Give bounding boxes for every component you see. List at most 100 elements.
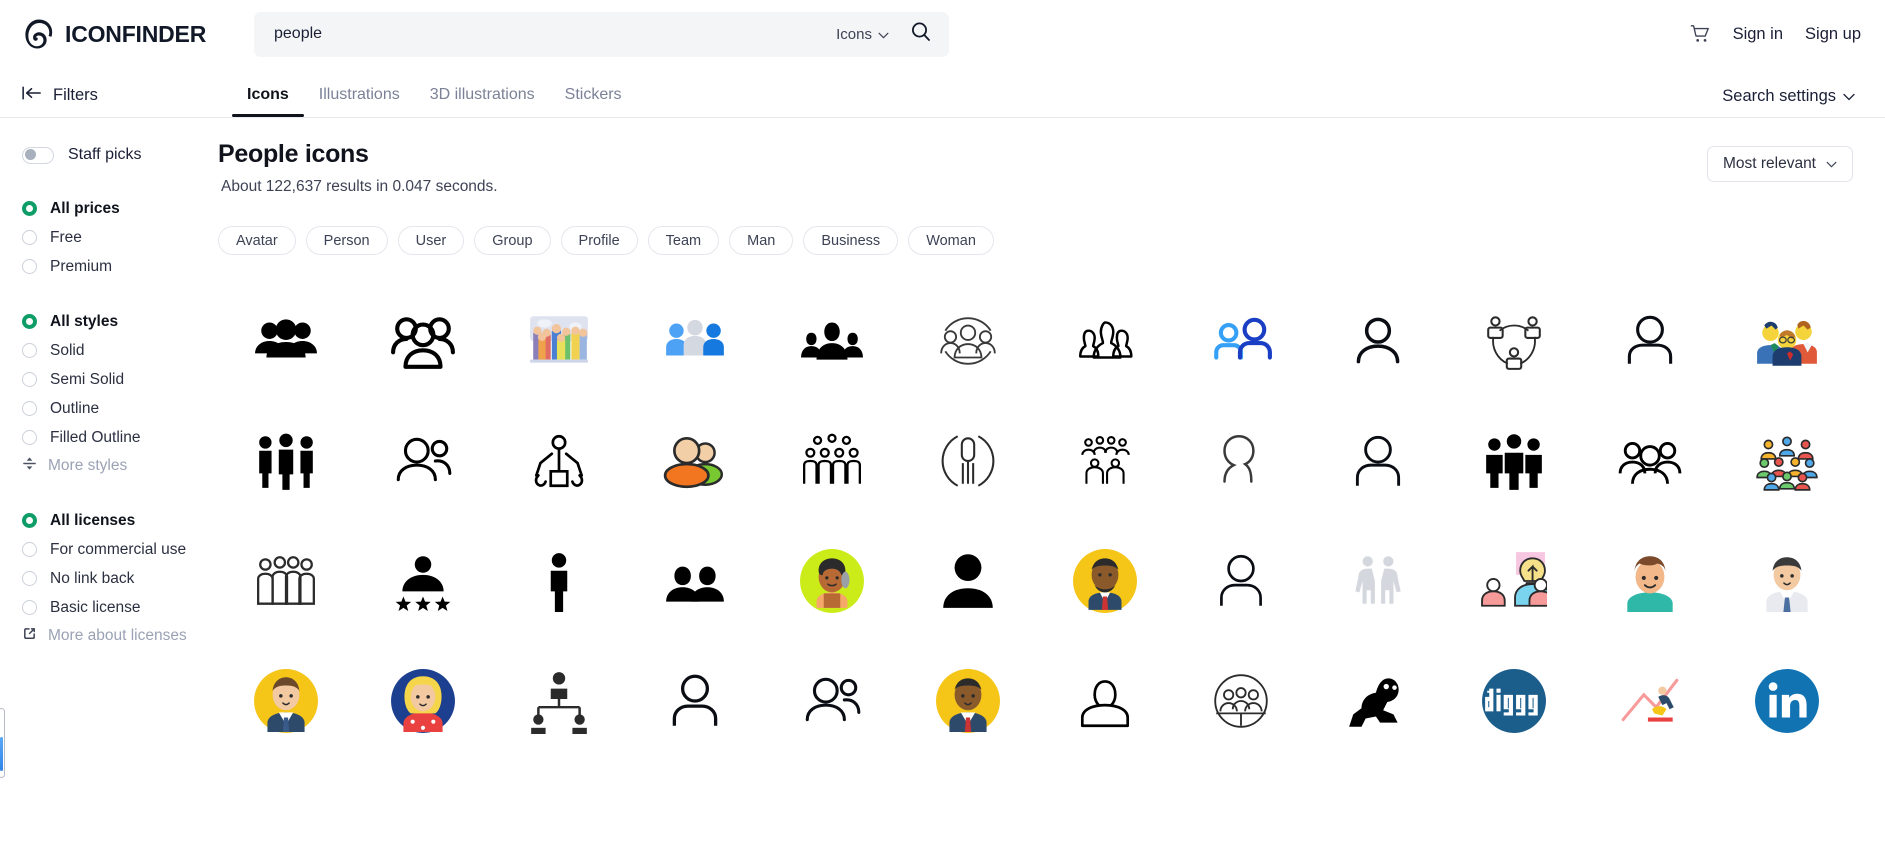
icon-result-item[interactable]: [1446, 281, 1582, 401]
icon-result-item[interactable]: [491, 521, 627, 641]
icon-result-item[interactable]: [1446, 401, 1582, 521]
icon-result-item[interactable]: [1719, 281, 1855, 401]
icon-result-item[interactable]: [1719, 521, 1855, 641]
icon-result-item[interactable]: [627, 281, 763, 401]
icon-result-item[interactable]: [1309, 401, 1445, 521]
filter-no-link-back[interactable]: No link back: [22, 564, 218, 593]
filter-filled-outline[interactable]: Filled Outline: [22, 423, 218, 452]
search-bar[interactable]: Icons: [254, 11, 949, 57]
filters-toggle-button[interactable]: Filters: [22, 86, 232, 117]
icon-result-item[interactable]: [354, 401, 490, 521]
icon-result-item[interactable]: [1173, 401, 1309, 521]
filter-basic-license[interactable]: Basic license: [22, 593, 218, 622]
icon-result-item[interactable]: [354, 521, 490, 641]
icon-result-item[interactable]: [1037, 641, 1173, 761]
icon-result-item[interactable]: [218, 281, 354, 401]
search-input[interactable]: [274, 25, 827, 43]
icon-result-item[interactable]: [354, 641, 490, 761]
filter-all-styles[interactable]: All styles: [22, 307, 218, 336]
radio-button[interactable]: [22, 343, 37, 358]
icon-result-item[interactable]: [900, 641, 1036, 761]
tag-chip-user[interactable]: User: [397, 226, 465, 255]
toggle-switch[interactable]: [22, 146, 54, 164]
icon-result-item[interactable]: [764, 641, 900, 761]
brand-logo[interactable]: ICONFINDER: [22, 17, 254, 51]
sidebar-scrollbar[interactable]: [0, 708, 5, 778]
tag-chip-group[interactable]: Group: [474, 226, 551, 255]
filter-outline[interactable]: Outline: [22, 394, 218, 423]
icon-result-item[interactable]: [1037, 521, 1173, 641]
icon-result-item[interactable]: [218, 521, 354, 641]
icon-result-item[interactable]: [1173, 281, 1309, 401]
icon-result-item[interactable]: [1582, 521, 1718, 641]
icon-result-item[interactable]: [354, 281, 490, 401]
tag-chip-team[interactable]: Team: [647, 226, 720, 255]
icon-result-item[interactable]: [1173, 641, 1309, 761]
tag-chip-business[interactable]: Business: [803, 226, 899, 255]
icon-result-item[interactable]: [1037, 401, 1173, 521]
icon-result-item[interactable]: [491, 641, 627, 761]
tag-chip-person[interactable]: Person: [305, 226, 388, 255]
icon-result-item[interactable]: [218, 401, 354, 521]
icon-result-item[interactable]: [1309, 281, 1445, 401]
radio-button[interactable]: [22, 259, 37, 274]
radio-button[interactable]: [22, 600, 37, 615]
icon-result-item[interactable]: [627, 641, 763, 761]
search-type-dropdown[interactable]: Icons: [826, 26, 899, 43]
tab-3d-illustrations[interactable]: 3D illustrations: [415, 86, 550, 117]
search-submit-button[interactable]: [899, 14, 943, 54]
icon-result-item[interactable]: [1582, 641, 1718, 761]
tag-chip-man[interactable]: Man: [729, 226, 794, 255]
icon-result-item[interactable]: [1173, 521, 1309, 641]
tab-stickers[interactable]: Stickers: [550, 86, 637, 117]
icon-result-item[interactable]: [764, 521, 900, 641]
radio-button[interactable]: [22, 201, 37, 216]
filter-semi-solid[interactable]: Semi Solid: [22, 365, 218, 394]
search-settings-dropdown[interactable]: Search settings: [1722, 87, 1855, 106]
filter-free[interactable]: Free: [22, 223, 218, 252]
radio-button[interactable]: [22, 314, 37, 329]
tab-icons[interactable]: Icons: [232, 86, 304, 117]
filter-all-licenses[interactable]: All licenses: [22, 506, 218, 535]
icon-result-item[interactable]: [491, 401, 627, 521]
staff-picks-toggle[interactable]: Staff picks: [22, 146, 218, 164]
icon-result-item[interactable]: [900, 401, 1036, 521]
filter-premium[interactable]: Premium: [22, 252, 218, 281]
icon-result-item[interactable]: [900, 521, 1036, 641]
filter-all-prices[interactable]: All prices: [22, 194, 218, 223]
icon-result-item[interactable]: [1309, 641, 1445, 761]
radio-button[interactable]: [22, 372, 37, 387]
sign-in-link[interactable]: Sign in: [1733, 25, 1783, 44]
tab-illustrations[interactable]: Illustrations: [304, 86, 415, 117]
radio-button[interactable]: [22, 513, 37, 528]
tag-chip-profile[interactable]: Profile: [560, 226, 638, 255]
icon-result-item[interactable]: [764, 401, 900, 521]
icon-result-item[interactable]: [1582, 401, 1718, 521]
filter-solid[interactable]: Solid: [22, 336, 218, 365]
tag-chip-avatar[interactable]: Avatar: [218, 226, 296, 255]
icon-result-item[interactable]: [1309, 521, 1445, 641]
sign-up-link[interactable]: Sign up: [1805, 25, 1861, 44]
icon-result-item[interactable]: [491, 281, 627, 401]
radio-button[interactable]: [22, 571, 37, 586]
icon-result-item[interactable]: [900, 281, 1036, 401]
icon-result-item[interactable]: [627, 521, 763, 641]
icon-result-item[interactable]: [764, 281, 900, 401]
icon-result-item[interactable]: [1037, 281, 1173, 401]
icon-result-item[interactable]: [627, 401, 763, 521]
shopping-cart-icon[interactable]: [1689, 23, 1711, 45]
icon-result-item[interactable]: [218, 641, 354, 761]
radio-button[interactable]: [22, 430, 37, 445]
tag-chip-woman[interactable]: Woman: [908, 226, 994, 255]
radio-button[interactable]: [22, 542, 37, 557]
radio-button[interactable]: [22, 401, 37, 416]
icon-result-item[interactable]: [1719, 401, 1855, 521]
icon-result-item[interactable]: [1719, 641, 1855, 761]
radio-button[interactable]: [22, 230, 37, 245]
icon-result-item[interactable]: [1446, 641, 1582, 761]
icon-result-item[interactable]: [1446, 521, 1582, 641]
filter-commercial-use[interactable]: For commercial use: [22, 535, 218, 564]
more-about-licenses-link[interactable]: More about licenses: [22, 622, 218, 650]
icon-result-item[interactable]: [1582, 281, 1718, 401]
sort-dropdown[interactable]: Most relevant: [1706, 146, 1853, 182]
